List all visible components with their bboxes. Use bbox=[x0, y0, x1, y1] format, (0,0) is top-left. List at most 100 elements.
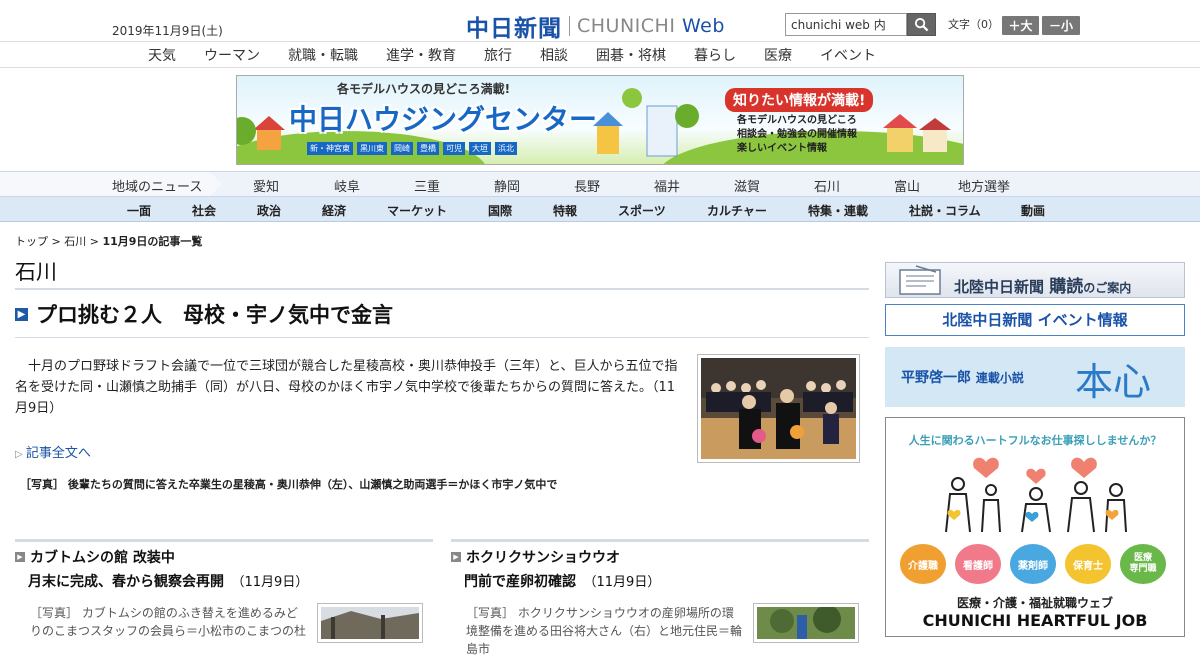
sub-article-photo[interactable] bbox=[317, 603, 423, 643]
region-item[interactable]: 三重 bbox=[414, 176, 440, 195]
banner-top-text: 各モデルハウスの見どころ満載! bbox=[337, 82, 511, 96]
sub-article-divider bbox=[451, 539, 869, 542]
region-item[interactable]: 富山 bbox=[894, 176, 920, 195]
main-nav: 一面 社会 政治 経済 マーケット 国際 特報 スポーツ カルチャー 特集・連載… bbox=[0, 197, 1200, 222]
font-decrease-button[interactable]: －小 bbox=[1042, 16, 1080, 35]
sub-article-1[interactable]: ▶ カブトムシの館 改装中 月末に完成、春から観察会再開 （11月9日） bbox=[15, 547, 308, 591]
region-item[interactable]: 愛知 bbox=[253, 176, 279, 195]
site-logo[interactable]: 中日新聞 CHUNICHI Web bbox=[466, 9, 725, 43]
catnav-item[interactable]: 天気 bbox=[148, 45, 176, 65]
mainnav-item[interactable]: 特集・連載 bbox=[808, 202, 868, 219]
mainnav-item[interactable]: マーケット bbox=[387, 202, 447, 219]
housing-center-banner[interactable]: 各モデルハウスの見どころ満載! 中日ハウジングセンター 新・神宮東 黒川東 岡崎… bbox=[236, 75, 964, 165]
lead-photo-caption: ［写真］ 後輩たちの質問に答えた卒業生の星稜高・奥川恭伸（左）、山瀬慎之助両選手… bbox=[20, 478, 558, 491]
region-nav-label: 地域のニュース bbox=[112, 180, 203, 195]
catnav-item[interactable]: 医療 bbox=[764, 45, 792, 65]
catnav-item[interactable]: 囲碁・将棋 bbox=[596, 45, 666, 65]
sub-article-photo[interactable] bbox=[753, 603, 859, 643]
region-item[interactable]: 石川 bbox=[814, 176, 840, 195]
headline-arrow-icon: ▶ bbox=[15, 307, 28, 321]
font-size-label: 文字（0） bbox=[948, 18, 999, 31]
job-subtitle: 医療・介護・福祉就職ウェブ bbox=[956, 596, 1113, 610]
sidebar-subscribe-banner[interactable]: 北陸中日新聞 購読のご案内 bbox=[885, 262, 1185, 298]
job-tagline: 人生に関わるハートフルなお仕事探ししませんか？ bbox=[908, 434, 1162, 447]
catnav-item[interactable]: 進学・教育 bbox=[386, 45, 456, 65]
sub-article-subtitle: 月末に完成、春から観察会再開 bbox=[28, 574, 224, 590]
sub-photo-image bbox=[321, 607, 419, 639]
sub-photo-image bbox=[757, 605, 855, 639]
mainnav-item[interactable]: 社会 bbox=[192, 202, 216, 219]
mainnav-item[interactable]: 国際 bbox=[488, 202, 512, 219]
banner-bullets: 各モデルハウスの見どころ 相談会・勉強会の開催情報 楽しいイベント情報 bbox=[737, 115, 857, 154]
title-divider bbox=[15, 288, 869, 290]
region-item[interactable]: 岐阜 bbox=[334, 176, 360, 195]
logo-separator bbox=[569, 16, 570, 36]
lead-photo-image bbox=[701, 358, 856, 459]
search-input[interactable] bbox=[785, 13, 907, 36]
family-illustration bbox=[945, 457, 1127, 533]
sub-article-title: ホクリクサンショウウオ bbox=[466, 550, 620, 566]
region-nav: 地域のニュース 愛知 岐阜 三重 静岡 長野 福井 滋賀 石川 富山 地方選挙 bbox=[0, 171, 1200, 197]
sub-article-title: カブトムシの館 改装中 bbox=[30, 550, 175, 566]
mainnav-item[interactable]: 経済 bbox=[322, 202, 346, 219]
mainnav-item[interactable]: カルチャー bbox=[707, 202, 767, 219]
newspaper-icon bbox=[899, 265, 941, 295]
catnav-item[interactable]: 旅行 bbox=[484, 45, 512, 65]
job-badge[interactable]: 看護師 bbox=[955, 544, 1001, 584]
sidebar-novel-banner[interactable]: 平野啓一郎 連載小説 本心 bbox=[885, 347, 1185, 407]
banner-title: 中日ハウジングセンター bbox=[289, 103, 598, 136]
novel-text: 平野啓一郎 連載小説 bbox=[901, 370, 1024, 386]
sub-article-2[interactable]: ▶ ホクリクサンショウウオ 門前で産卵初確認 （11月9日） bbox=[451, 547, 660, 591]
mainnav-item[interactable]: スポーツ bbox=[618, 202, 666, 219]
lead-headline-link[interactable]: ▶ プロ挑む２人 母校・宇ノ気中で金言 bbox=[15, 299, 393, 329]
page-title: 石川 bbox=[15, 260, 57, 284]
job-category-badges: 介護職 看護師 薬剤師 保育士 医療 専門職 bbox=[900, 544, 1166, 584]
logo-japanese: 中日新聞 bbox=[466, 16, 562, 42]
region-item[interactable]: 長野 bbox=[574, 176, 600, 195]
region-item[interactable]: 滋賀 bbox=[734, 176, 760, 195]
sub-arrow-icon: ▶ bbox=[451, 552, 461, 562]
job-badge[interactable]: 保育士 bbox=[1065, 544, 1111, 584]
catnav-item[interactable]: 相談 bbox=[540, 45, 568, 65]
breadcrumb-sep: > bbox=[89, 235, 99, 248]
logo-english: CHUNICHI Web bbox=[577, 15, 725, 37]
catnav-item[interactable]: イベント bbox=[820, 45, 876, 65]
search-button[interactable] bbox=[907, 13, 936, 36]
sidebar-event-banner[interactable]: 北陸中日新聞 イベント情報 bbox=[885, 304, 1185, 336]
sub-article-date: （11月9日） bbox=[590, 575, 661, 590]
region-item[interactable]: 福井 bbox=[654, 176, 680, 195]
breadcrumb-sep: > bbox=[51, 235, 61, 248]
read-full-article-link[interactable]: ▷ 記事全文へ bbox=[15, 442, 91, 461]
mainnav-item[interactable]: 一面 bbox=[127, 202, 151, 219]
job-badge[interactable]: 介護職 bbox=[900, 544, 946, 584]
category-nav: 天気 ウーマン 就職・転職 進学・教育 旅行 相談 囲碁・将棋 暮らし 医療 イ… bbox=[0, 42, 1200, 68]
catnav-item[interactable]: ウーマン bbox=[204, 45, 260, 65]
lead-headline: プロ挑む２人 母校・宇ノ気中で金言 bbox=[36, 303, 393, 327]
sub-arrow-icon: ▶ bbox=[15, 552, 25, 562]
sub-article-divider bbox=[15, 539, 433, 542]
region-item[interactable]: 地方選挙 bbox=[958, 176, 1010, 195]
font-increase-button[interactable]: ＋大 bbox=[1002, 16, 1039, 35]
lead-summary: 十月のプロ野球ドラフト会議で一位で三球団が競合した星稜高校・奥川恭伸投手（三年）… bbox=[15, 359, 678, 416]
novel-title: 本心 bbox=[1075, 360, 1152, 404]
catnav-item[interactable]: 暮らし bbox=[694, 45, 736, 65]
more-arrow-icon: ▷ bbox=[15, 449, 26, 460]
breadcrumb-top[interactable]: トップ bbox=[15, 235, 48, 248]
region-item[interactable]: 静岡 bbox=[494, 176, 520, 195]
job-badge[interactable]: 薬剤師 bbox=[1010, 544, 1056, 584]
search-icon bbox=[914, 17, 929, 32]
job-badge[interactable]: 医療 専門職 bbox=[1120, 544, 1166, 584]
breadcrumb: トップ > 石川 > 11月9日の記事一覧 bbox=[15, 233, 202, 249]
mainnav-item[interactable]: 政治 bbox=[257, 202, 281, 219]
mainnav-item[interactable]: 特報 bbox=[553, 202, 577, 219]
breadcrumb-current: 11月9日の記事一覧 bbox=[102, 235, 203, 248]
sidebar-heartful-job-banner[interactable]: 人生に関わるハートフルなお仕事探ししませんか？ 介護職 看護師 薬剤師 保育士 … bbox=[885, 417, 1185, 637]
catnav-item[interactable]: 就職・転職 bbox=[288, 45, 358, 65]
lead-photo[interactable] bbox=[697, 354, 860, 463]
mainnav-item[interactable]: 社説・コラム bbox=[909, 202, 981, 219]
event-text: 北陸中日新聞 イベント情報 bbox=[942, 311, 1128, 329]
breadcrumb-region[interactable]: 石川 bbox=[64, 235, 86, 248]
mainnav-item[interactable]: 動画 bbox=[1021, 202, 1045, 219]
site-header: 2019年11月9日(土) 中日新聞 CHUNICHI Web 文字（0） ＋大… bbox=[0, 0, 1200, 42]
sub-article-text: ［写真］ ホクリクサンショウウオの産卵場所の環境整備を進める田谷将大さん（右）と… bbox=[466, 606, 743, 656]
